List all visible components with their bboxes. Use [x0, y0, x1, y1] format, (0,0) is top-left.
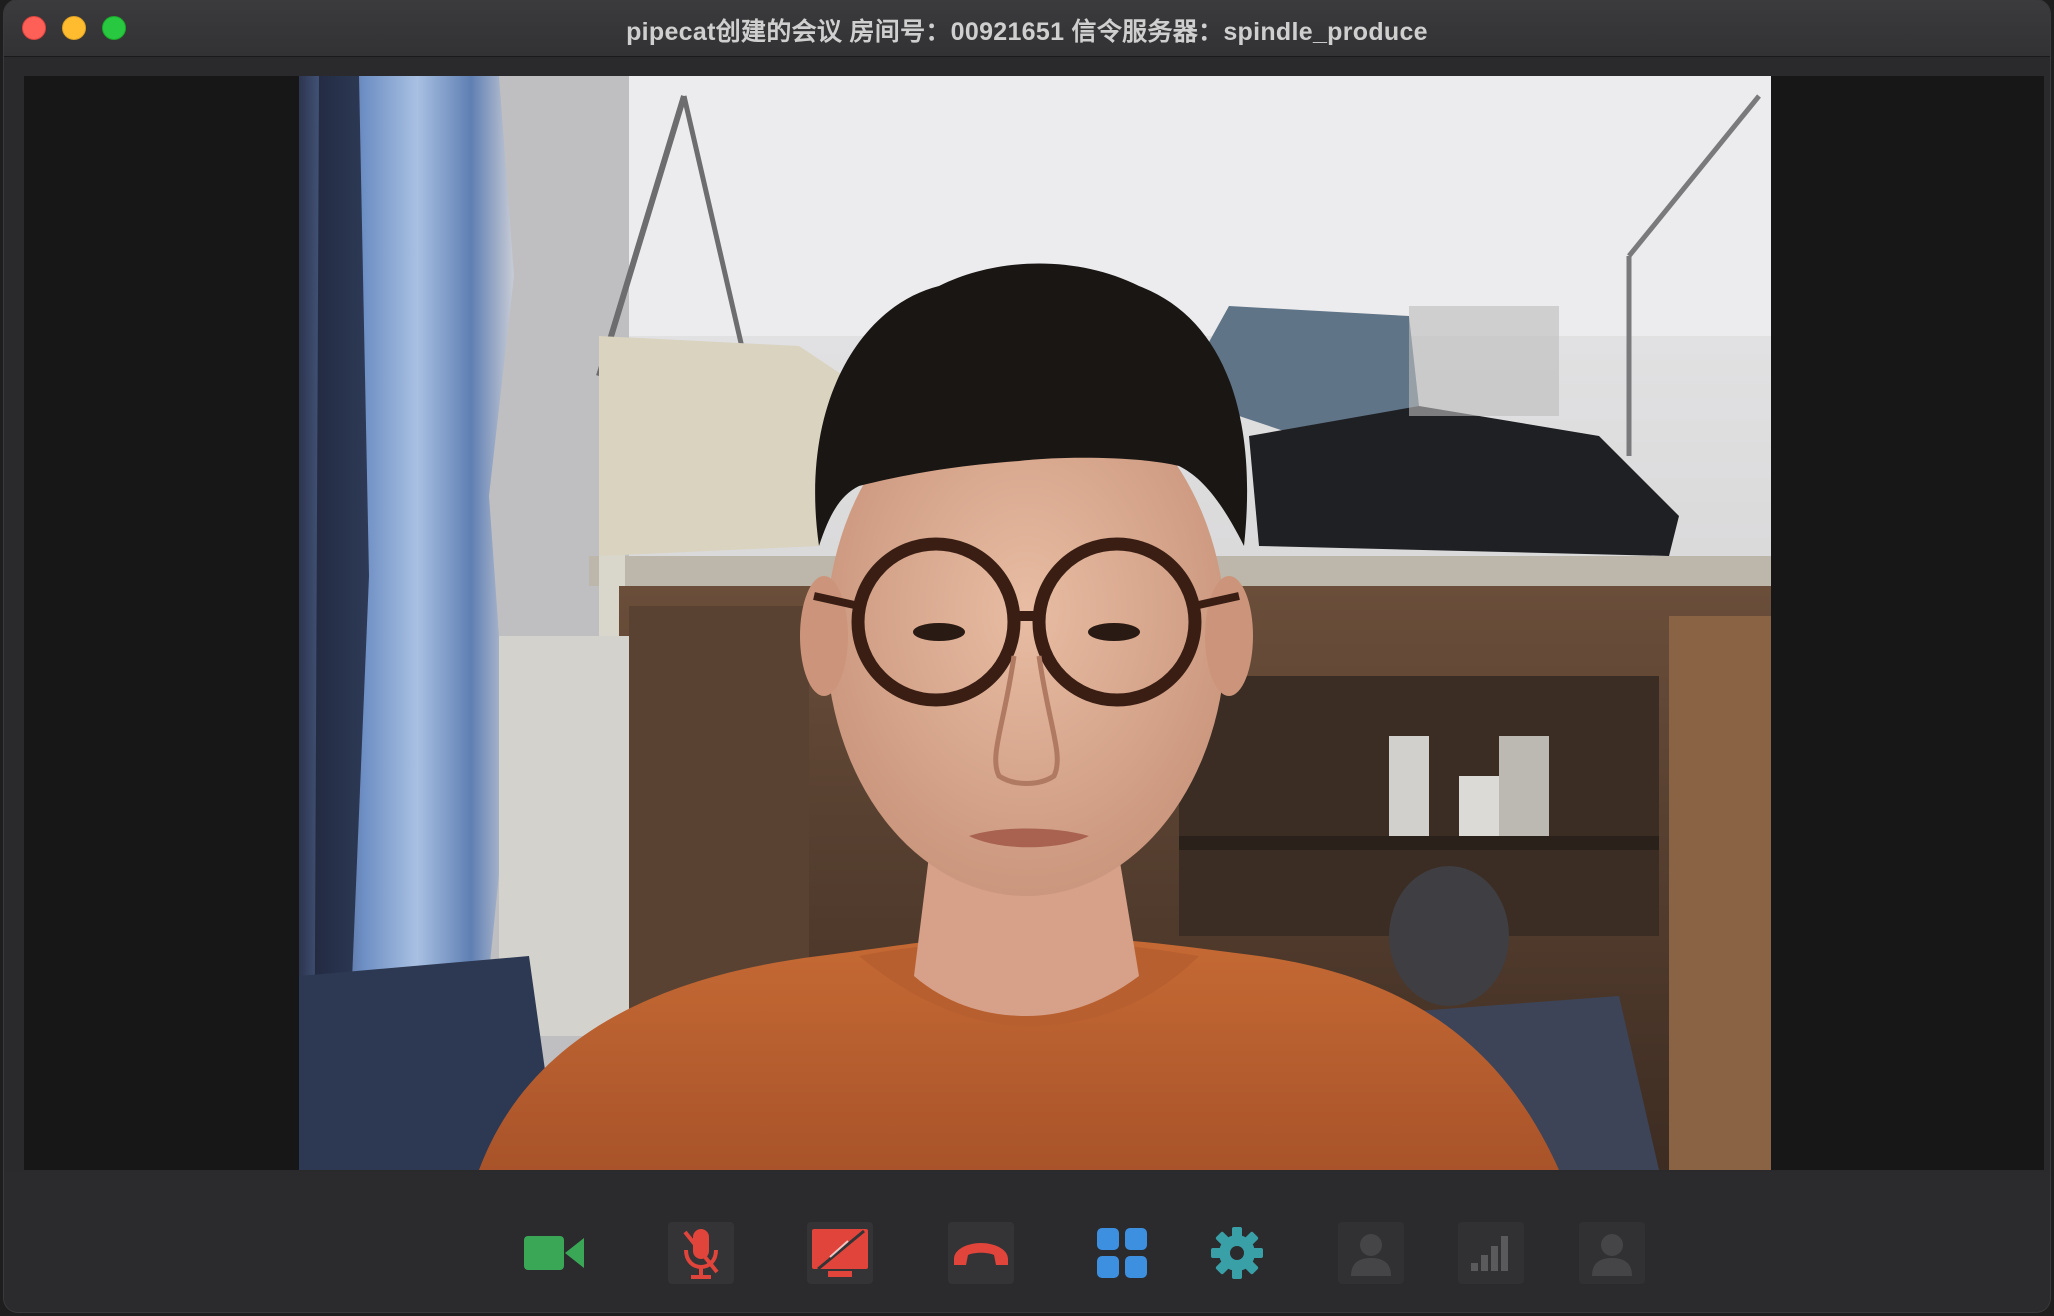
video-camera-icon	[524, 1236, 584, 1270]
screen-share-off-icon	[812, 1229, 868, 1277]
hang-up-button[interactable]	[948, 1222, 1014, 1284]
microphone-muted-icon	[683, 1229, 719, 1279]
gear-icon	[1211, 1227, 1263, 1279]
layout-button[interactable]	[1089, 1222, 1155, 1284]
participants-button[interactable]	[1338, 1222, 1404, 1284]
microphone-button[interactable]	[668, 1222, 734, 1284]
person-icon	[1592, 1234, 1632, 1276]
signal-bars-icon	[1471, 1236, 1508, 1271]
grid-icon	[1097, 1228, 1147, 1278]
network-stats-button[interactable]	[1458, 1222, 1524, 1284]
title-bar: pipecat创建的会议 房间号：00921651 信令服务器：spindle_…	[4, 0, 2050, 57]
screen-share-button[interactable]	[807, 1222, 873, 1284]
window-title: pipecat创建的会议 房间号：00921651 信令服务器：spindle_…	[626, 18, 1428, 46]
settings-button[interactable]	[1204, 1222, 1270, 1284]
person-icon	[1351, 1234, 1391, 1276]
camera-button[interactable]	[521, 1222, 587, 1284]
app-window: pipecat创建的会议 房间号：00921651 信令服务器：spindle_…	[4, 0, 2050, 1312]
video-feed[interactable]	[299, 76, 1771, 1170]
video-frame-image	[299, 76, 1771, 1170]
hang-up-icon	[954, 1243, 1008, 1265]
video-stage	[24, 76, 2044, 1170]
call-controls-toolbar	[4, 1172, 2050, 1312]
user-info-button[interactable]	[1579, 1222, 1645, 1284]
